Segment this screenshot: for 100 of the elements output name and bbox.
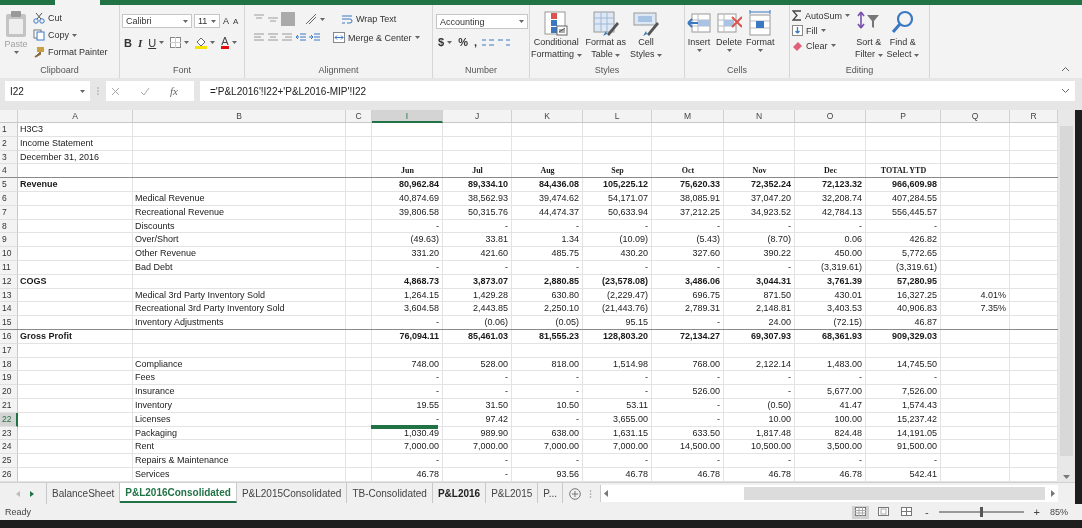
column-header[interactable]: R xyxy=(1010,110,1058,123)
sheet-tab[interactable]: P&L2016 xyxy=(432,483,487,503)
ribbon-button[interactable]: Format xyxy=(745,9,776,53)
row-header[interactable]: 4 xyxy=(0,164,18,179)
italic-button[interactable]: I xyxy=(135,35,145,50)
select-all-corner[interactable] xyxy=(0,110,18,123)
percent-button[interactable]: % xyxy=(456,35,470,49)
ribbon-button[interactable]: Delete xyxy=(715,9,743,53)
table-cell: 50,315.76 xyxy=(467,206,508,217)
sigma-icon xyxy=(792,10,802,21)
copy-button[interactable]: Copy xyxy=(31,28,110,42)
caret-icon xyxy=(320,17,325,21)
table-cell: 7,000.00 xyxy=(612,441,648,452)
ribbon-button[interactable]: Insert xyxy=(685,9,713,53)
slider-thumb[interactable] xyxy=(980,507,984,517)
shrink-font-button[interactable]: A xyxy=(232,16,240,26)
row-header[interactable]: 24 xyxy=(0,440,18,455)
column-header[interactable]: M xyxy=(652,110,724,123)
sheet-tab[interactable]: P&L2016Consolidated xyxy=(120,483,237,503)
ribbon-button[interactable]: Conditional Formatting xyxy=(530,9,583,61)
column-header[interactable]: O xyxy=(795,110,866,123)
underline-button[interactable]: U xyxy=(146,35,167,50)
table-cell: 37,212.25 xyxy=(679,206,720,217)
column-header[interactable]: J xyxy=(443,110,512,123)
row-header[interactable]: 5 xyxy=(0,178,18,192)
row-header[interactable]: 20 xyxy=(0,385,18,399)
sheet-tab[interactable]: P&L2015 xyxy=(486,483,539,503)
group-label: Editing xyxy=(844,64,875,77)
table-cell: 7,000.00 xyxy=(543,441,579,452)
table-cell: 38,562.93 xyxy=(467,193,508,203)
caret-icon xyxy=(210,41,216,44)
sheet-tab[interactable]: P&L2015Consolidated xyxy=(236,483,348,503)
fill-color-button[interactable] xyxy=(193,35,218,50)
insert-function-button[interactable]: fx xyxy=(170,85,178,97)
column-header[interactable]: I xyxy=(372,110,443,123)
table-cell: 40,874.69 xyxy=(398,193,439,203)
table-cell: Jun xyxy=(401,166,414,176)
column-header[interactable]: B xyxy=(133,110,346,123)
font-color-button[interactable]: A xyxy=(219,35,239,50)
column-header[interactable]: N xyxy=(724,110,795,123)
table-cell: - xyxy=(576,455,579,466)
table-cell: 10.50 xyxy=(556,399,579,410)
table-cell: 7,000.00 xyxy=(472,441,508,452)
table-cell: 38,085.91 xyxy=(679,193,720,203)
row-header[interactable]: 9 xyxy=(0,233,18,248)
table-cell: - xyxy=(645,261,648,272)
column-header[interactable]: Q xyxy=(941,110,1010,123)
row-header[interactable]: 14 xyxy=(0,302,18,317)
column-header[interactable]: C xyxy=(346,110,372,123)
formula-field[interactable]: ='P&L2016'!I22+'P&L2016-MIP'!I22 xyxy=(200,81,1075,101)
fill-button[interactable]: Fill xyxy=(790,24,853,37)
caret-icon xyxy=(726,49,732,52)
table-cell: 1,483.00 xyxy=(826,358,862,369)
align-center-icon xyxy=(267,32,279,43)
row-header[interactable]: 15 xyxy=(0,316,18,330)
format-painter-button[interactable]: Format Painter xyxy=(31,45,110,59)
vertical-scrollbar[interactable] xyxy=(1058,110,1075,482)
comma-button[interactable]: , xyxy=(471,35,479,49)
ribbon-button[interactable]: Sort & Filter xyxy=(854,9,884,61)
bold-button[interactable]: B xyxy=(122,35,134,50)
table-cell: 72,123.32 xyxy=(821,179,862,190)
table-cell: 327.60 xyxy=(692,248,720,259)
column-header[interactable]: L xyxy=(583,110,652,123)
merge-center-button[interactable]: Merge & Center xyxy=(331,31,422,44)
ribbon-button[interactable]: Format as Table xyxy=(584,9,628,61)
column-header[interactable]: P xyxy=(866,110,941,123)
ribbon-button[interactable]: Find & Select xyxy=(885,9,921,61)
wrap-text-button[interactable]: Wrap Text xyxy=(339,12,399,26)
font-size-field[interactable]: 11 xyxy=(194,14,220,28)
table-cell: 1.34 xyxy=(561,234,579,245)
borders-button[interactable] xyxy=(168,36,192,49)
table-cell: - xyxy=(788,220,791,231)
row-header[interactable]: 19 xyxy=(0,371,18,386)
table-cell: 39,806.58 xyxy=(398,206,439,217)
autosum-button[interactable]: AutoSum xyxy=(790,9,853,22)
cut-button[interactable]: Cut xyxy=(31,11,110,25)
conditional-format-icon xyxy=(543,10,570,36)
page-layout-icon xyxy=(877,506,889,516)
row-header[interactable]: 25 xyxy=(0,454,18,468)
row-header[interactable]: 10 xyxy=(0,247,18,261)
ribbon-button[interactable]: Cell Styles xyxy=(629,9,664,61)
zoom-out-button[interactable]: - xyxy=(920,506,933,518)
orientation-button[interactable] xyxy=(303,12,327,26)
currency-button[interactable]: $ xyxy=(436,35,455,49)
clear-button[interactable]: Clear xyxy=(790,39,853,52)
column-header[interactable]: K xyxy=(512,110,583,123)
zoom-in-button[interactable]: + xyxy=(1029,506,1044,518)
number-format-field[interactable]: Accounting xyxy=(436,14,528,29)
grow-font-button[interactable]: A xyxy=(222,16,230,26)
sheet-tab[interactable]: P... xyxy=(538,483,563,503)
table-cell: - xyxy=(788,455,791,466)
name-box[interactable]: I22 xyxy=(5,81,90,101)
table-cell: 16,327.25 xyxy=(896,289,937,300)
horizontal-scrollbar[interactable] xyxy=(600,485,1058,502)
font-name-field[interactable]: Calibri xyxy=(122,14,192,28)
table-cell: 10,500.00 xyxy=(750,441,791,452)
row-header[interactable]: 1 xyxy=(0,123,18,137)
sheet-tab[interactable]: TB-Consolidated xyxy=(347,483,433,503)
zoom-level[interactable]: 85% xyxy=(1050,507,1068,517)
column-header[interactable]: A xyxy=(18,110,133,123)
